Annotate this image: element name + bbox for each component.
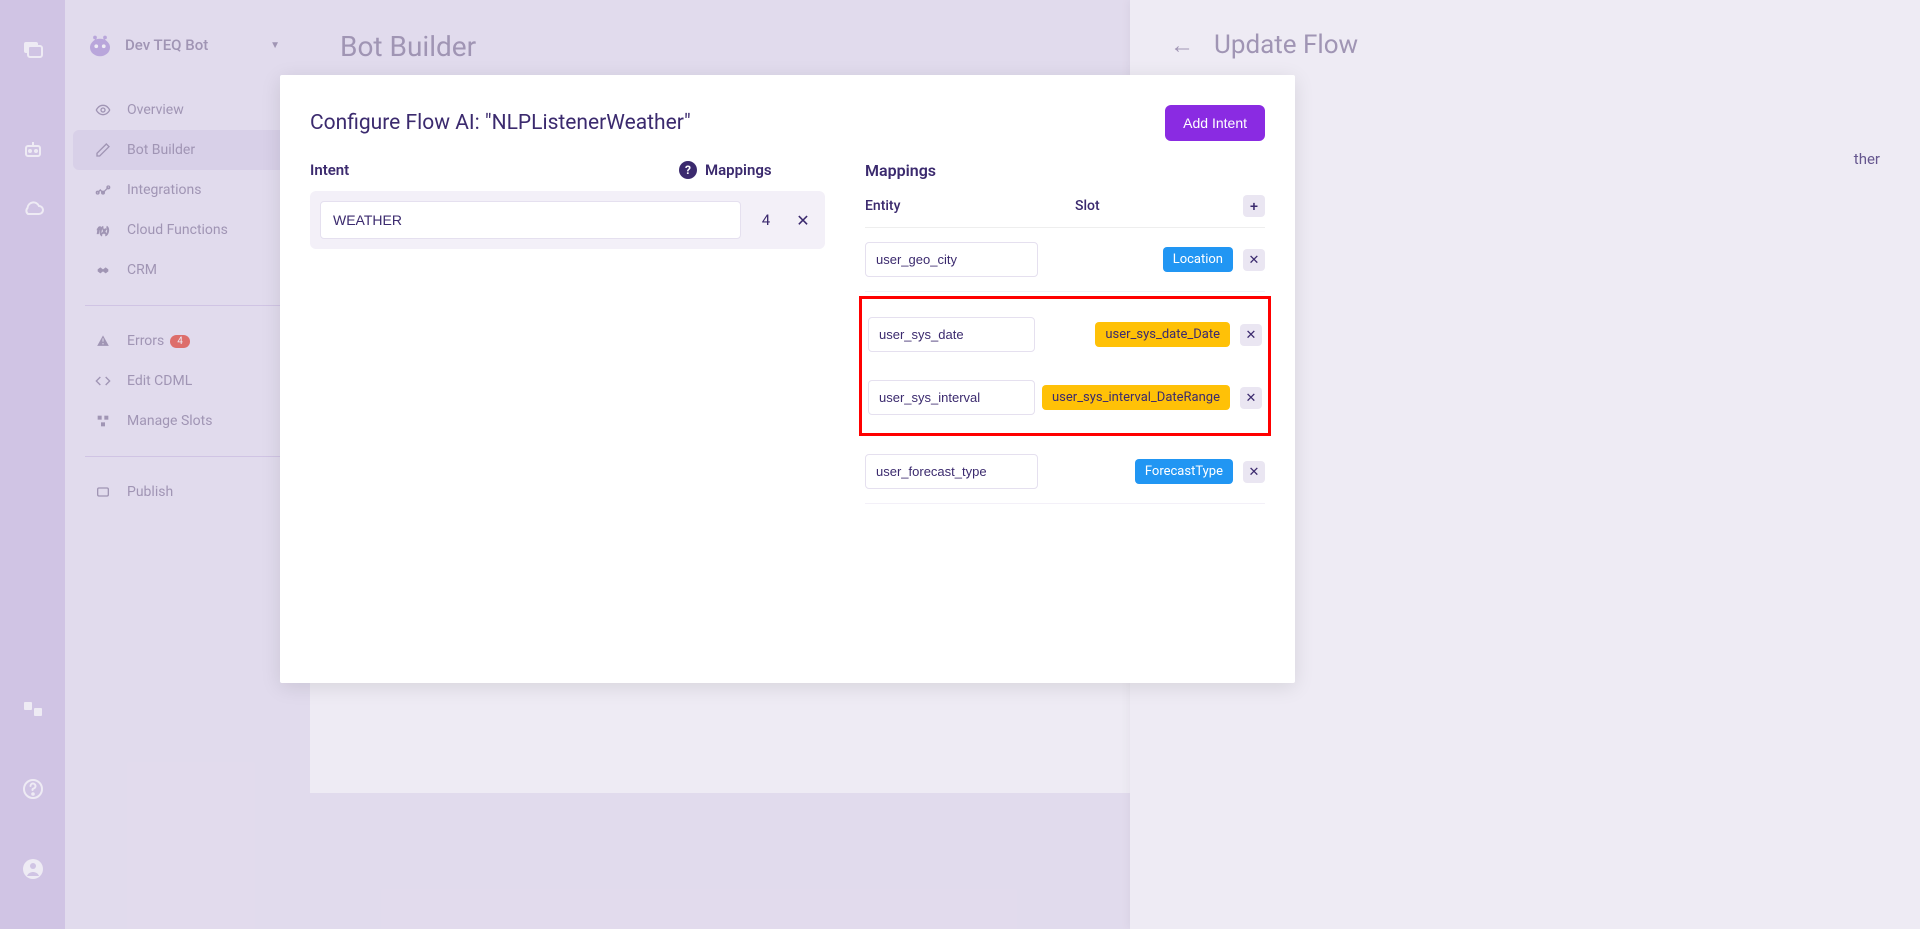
intent-row[interactable]: 4 ✕ — [310, 191, 825, 249]
mappings-panel: Mappings Entity Slot + Location ✕ user_s… — [865, 161, 1265, 653]
mapping-row: ForecastType ✕ — [865, 440, 1265, 504]
entity-input[interactable] — [865, 454, 1038, 489]
intent-mapping-count: 4 — [751, 211, 781, 229]
add-intent-button[interactable]: Add Intent — [1165, 105, 1265, 141]
add-mapping-button[interactable]: + — [1243, 195, 1265, 217]
entity-input[interactable] — [868, 380, 1035, 415]
configure-flow-ai-modal: Configure Flow AI: "NLPListenerWeather" … — [280, 75, 1295, 683]
slot-chip[interactable]: user_sys_interval_DateRange — [1042, 385, 1230, 410]
intent-column-header: Intent — [310, 161, 349, 179]
slot-column-header: Slot — [1075, 198, 1235, 214]
entity-input[interactable] — [865, 242, 1038, 277]
help-icon[interactable]: ? — [679, 161, 697, 179]
remove-mapping-button[interactable]: ✕ — [1243, 249, 1265, 271]
intent-panel: Intent ? Mappings 4 ✕ — [310, 161, 825, 653]
slot-chip[interactable]: Location — [1163, 247, 1233, 272]
slot-chip[interactable]: ForecastType — [1135, 459, 1233, 484]
entity-column-header: Entity — [865, 198, 1075, 214]
modal-title: Configure Flow AI: "NLPListenerWeather" — [310, 111, 691, 135]
slot-chip[interactable]: user_sys_date_Date — [1095, 322, 1230, 347]
mappings-column-header: Mappings — [705, 161, 825, 179]
mapping-row: Location ✕ — [865, 228, 1265, 292]
mappings-title: Mappings — [865, 161, 1265, 180]
highlighted-mapping-group: user_sys_date_Date ✕ user_sys_interval_D… — [859, 296, 1271, 436]
intent-name-input[interactable] — [320, 201, 741, 239]
remove-mapping-button[interactable]: ✕ — [1240, 324, 1262, 346]
remove-intent-button[interactable]: ✕ — [791, 208, 815, 232]
entity-input[interactable] — [868, 317, 1035, 352]
remove-mapping-button[interactable]: ✕ — [1240, 387, 1262, 409]
mapping-row: user_sys_date_Date ✕ — [868, 303, 1262, 366]
mapping-row: user_sys_interval_DateRange ✕ — [868, 366, 1262, 429]
remove-mapping-button[interactable]: ✕ — [1243, 461, 1265, 483]
